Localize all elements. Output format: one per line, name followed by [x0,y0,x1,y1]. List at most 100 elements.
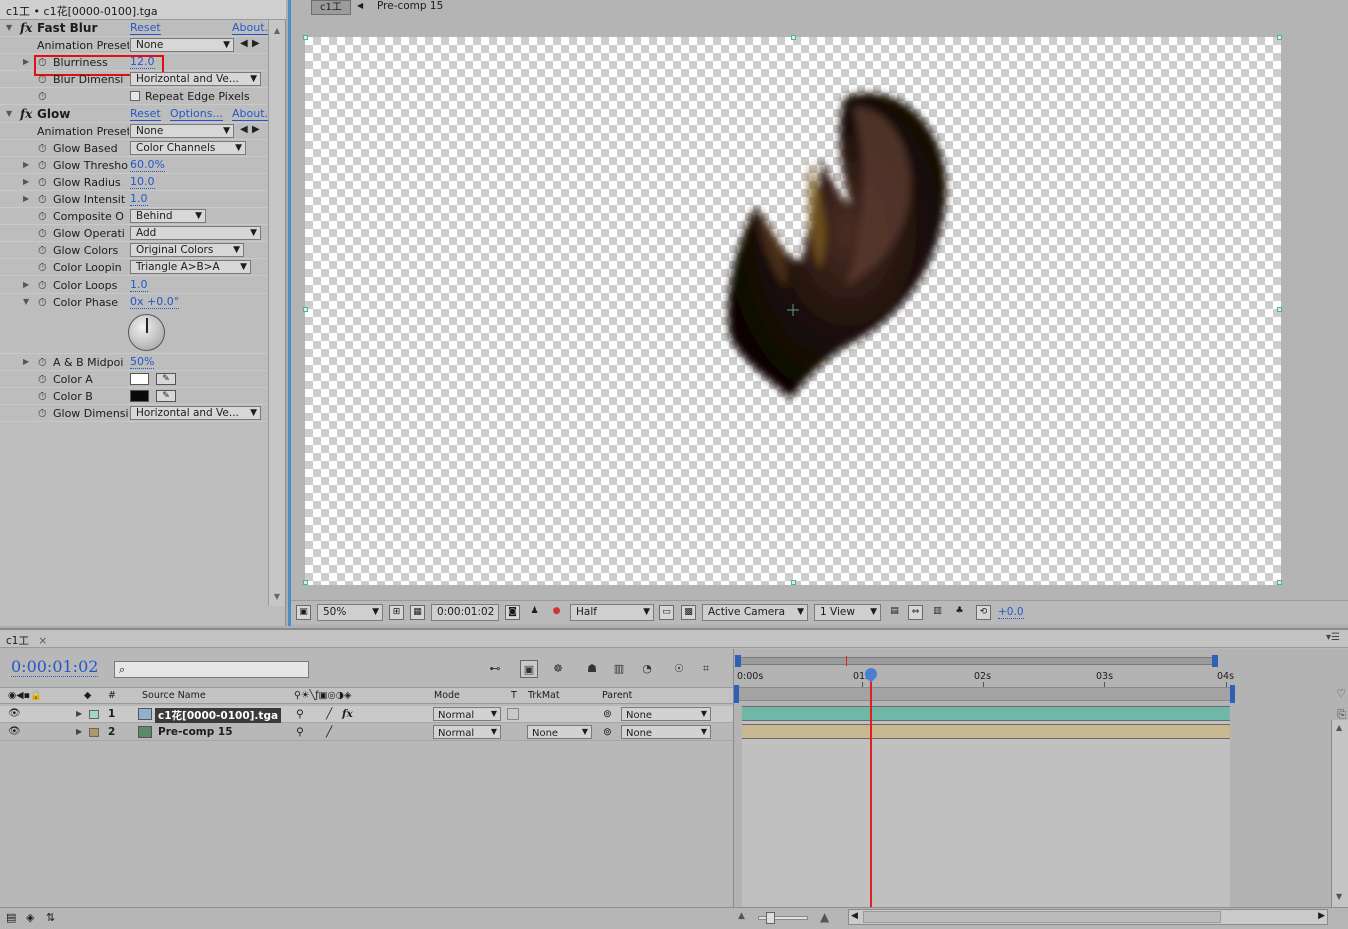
close-tab-icon[interactable]: × [38,635,47,647]
glow-operation-dropdown[interactable]: Add ▼ [130,226,261,240]
in-out-toggle-icon[interactable]: ⇅ [46,911,55,924]
glow-dimensions-dropdown[interactable]: Horizontal and Ve... ▼ [130,406,261,420]
region-of-interest-icon[interactable]: ▭ [659,605,674,620]
av-features-icon[interactable]: ◉◀▪🔒 [8,690,42,701]
stopwatch-icon[interactable]: ⏱ [38,210,47,224]
glow-intensity-value[interactable]: 1.0 [130,193,148,206]
glow-radius-value[interactable]: 10.0 [130,176,155,189]
stopwatch-icon[interactable]: ⏱ [38,390,47,404]
shy-switch-icon[interactable]: ⚲ [296,708,304,720]
color-loops-value[interactable]: 1.0 [130,279,148,292]
canvas-handle[interactable] [1277,580,1282,585]
layer-1-duration-bar[interactable] [742,706,1230,721]
current-time-field[interactable]: 0:00:01:02 [431,604,499,621]
safe-margins-icon[interactable]: ⊞ [389,605,404,620]
stopwatch-icon[interactable]: ⏱ [38,407,47,421]
layer-row-1[interactable]: 👁 ▶ 1 c1花[0000-0100].tga ⚲ ╱ fx Normal ▼ … [0,706,733,723]
current-time-indicator[interactable] [870,668,872,908]
expand-triangle-icon[interactable]: ▶ [76,709,82,718]
scroll-thumb[interactable] [863,911,1221,923]
resolution-dropdown[interactable]: Half ▼ [570,604,654,621]
visibility-eye-icon[interactable]: 👁 [8,708,21,719]
layer-row-2[interactable]: 👁 ▶ 2 Pre-comp 15 ⚲ ╱ Normal ▼ None ▼ ⊚ No… [0,724,733,741]
collapse-triangle-icon[interactable]: ▼ [6,109,12,118]
prev-preset-icon[interactable]: ◀ [240,124,248,135]
stopwatch-icon[interactable]: ⏱ [38,261,47,275]
comp-marker-bin-icon[interactable]: ♡ [1336,687,1346,700]
trkmat-dropdown[interactable]: None ▼ [527,725,592,739]
reset-link[interactable]: Reset [130,108,161,121]
col-mode[interactable]: Mode [434,690,460,701]
pickwhip-icon[interactable]: ⊚ [603,708,612,720]
fast-blur-header[interactable]: ▼ fx Fast Blur Reset About... [0,20,276,37]
scroll-down-icon[interactable]: ▼ [1336,892,1342,901]
glow-based-dropdown[interactable]: Color Channels ▼ [130,141,246,155]
fx-icon[interactable]: fx [20,107,32,121]
ab-midpoint-value[interactable]: 50% [130,356,155,369]
anim-preset-dropdown[interactable]: None ▼ [130,124,234,138]
show-snapshot-icon[interactable]: ♟ [527,605,542,620]
time-graph[interactable]: 0:00s 01s 02s 03s 04s ♡ ⎘ [733,649,1348,911]
color-phase-value[interactable]: 0x +0.0° [130,296,180,309]
preserve-transparency-checkbox[interactable] [507,708,519,720]
exposure-value[interactable]: +0.0 [998,606,1024,619]
layer-name[interactable]: c1花[0000-0100].tga [155,708,282,723]
comp-mini-flowchart-icon[interactable]: ⊷ [486,660,504,678]
toggle-pixel-aspect-icon[interactable]: ▤ [887,605,902,620]
expand-triangle-icon[interactable]: ▶ [23,357,29,366]
navigator-end-handle[interactable] [1212,655,1218,667]
mode-dropdown[interactable]: Normal ▼ [433,707,501,721]
comp-tab-c1[interactable]: c1工 [311,0,351,15]
timeline-icon[interactable]: ▥ [930,605,945,620]
stopwatch-icon[interactable]: ⏱ [38,373,47,387]
brainstorm-icon[interactable]: ☉ [670,660,688,678]
work-area-bar[interactable] [737,687,1233,701]
scroll-up-icon[interactable]: ▲ [272,26,282,35]
col-parent[interactable]: Parent [602,690,632,701]
stopwatch-icon[interactable]: ⏱ [38,73,47,87]
collapse-triangle-icon[interactable]: ▼ [6,23,12,32]
work-area-end-handle[interactable] [1230,685,1235,703]
col-trkmat[interactable]: TrkMat [528,690,560,701]
quality-switch-icon[interactable]: ╱ [326,708,332,720]
stopwatch-icon[interactable]: ⏱ [38,227,47,241]
always-preview-icon[interactable]: ▣ [296,605,311,620]
eyedropper-icon[interactable]: ✎ [156,390,176,402]
scroll-down-icon[interactable]: ▼ [272,592,282,601]
color-b-swatch[interactable] [130,390,149,402]
switches-icons[interactable]: ⚲☀╲ƒ▣◎◑◈ [294,690,351,701]
reset-link[interactable]: Reset [130,22,161,35]
effect-switch-icon[interactable]: fx [342,708,353,720]
flowchart-icon[interactable]: ♣ [952,605,967,620]
stopwatch-icon[interactable]: ⏱ [38,296,47,310]
fast-previews-icon[interactable]: ⇔ [908,605,923,620]
time-navigator[interactable] [737,657,1217,665]
layer-2-duration-bar[interactable] [742,724,1230,739]
arrow-left-icon[interactable]: ◀ [357,1,363,10]
zoom-dropdown[interactable]: 50% ▼ [317,604,383,621]
visibility-eye-icon[interactable]: 👁 [8,726,21,737]
work-area-start-handle[interactable] [734,685,739,703]
effect-controls-scrollbar[interactable]: ▲ ▼ [268,20,285,606]
eyedropper-icon[interactable]: ✎ [156,373,176,385]
hide-shy-layers-icon[interactable]: ☗ [583,660,601,678]
composition-canvas[interactable] [305,37,1281,585]
timeline-horizontal-scrollbar[interactable]: ◀ ▶ [848,909,1328,925]
scroll-left-icon[interactable]: ◀ [851,911,858,921]
graph-editor-icon[interactable]: ⌗ [697,660,715,678]
parent-dropdown[interactable]: None ▼ [621,725,711,739]
draft-3d-icon[interactable]: ☸ [549,660,567,678]
navigator-start-handle[interactable] [735,655,741,667]
reset-exposure-icon[interactable]: ⟲ [976,605,991,620]
repeat-edge-checkbox[interactable] [130,91,140,101]
glow-header[interactable]: ▼ fx Glow Reset Options... About... [0,106,276,123]
color-phase-dial[interactable] [128,314,165,351]
scroll-up-icon[interactable]: ▲ [1336,723,1342,732]
layer-name[interactable]: Pre-comp 15 [158,726,233,738]
panel-menu-icon[interactable]: ▾☰ [1326,632,1340,643]
stopwatch-icon[interactable]: ⏱ [38,279,47,293]
stopwatch-icon[interactable]: ⏱ [38,176,47,190]
stopwatch-icon[interactable]: ⏱ [38,90,47,104]
col-source-name[interactable]: Source Name [142,690,206,701]
channel-rgb-icon[interactable]: ● [549,605,564,620]
